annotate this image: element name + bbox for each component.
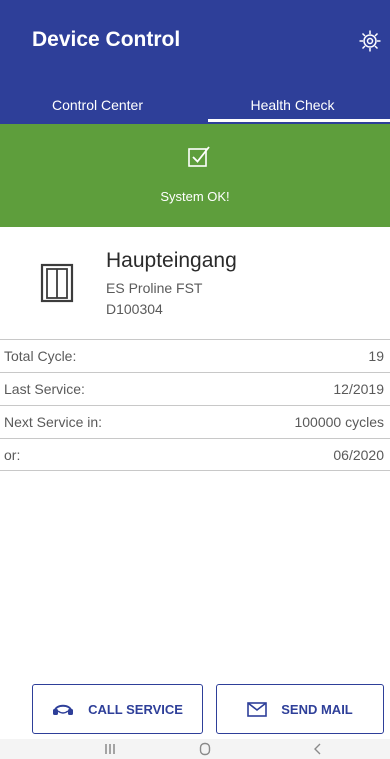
tab-control-center[interactable]: Control Center xyxy=(0,86,195,124)
door-icon xyxy=(40,263,74,303)
call-service-label: CALL SERVICE xyxy=(88,701,183,717)
tab-label: Control Center xyxy=(51,97,144,113)
home-icon xyxy=(199,742,211,756)
app-bar: Device Control Control Center Health Che… xyxy=(0,0,390,124)
call-service-button[interactable]: CALL SERVICE xyxy=(32,684,203,734)
info-row-next-service: Next Service in: 100000 cycles xyxy=(0,405,390,438)
recents-button[interactable] xyxy=(90,739,130,759)
home-button[interactable] xyxy=(185,739,225,759)
title-row: Device Control xyxy=(0,0,390,86)
tab-label: Health Check xyxy=(250,97,335,113)
device-model: ES Proline FST xyxy=(106,280,203,296)
checkbox-checked-icon xyxy=(188,146,210,167)
status-text: System OK! xyxy=(160,189,230,204)
info-value: 12/2019 xyxy=(333,381,384,397)
info-label: or: xyxy=(4,447,21,463)
info-label: Total Cycle: xyxy=(4,348,77,364)
status-banner xyxy=(0,124,390,227)
info-row-last-service: Last Service: 12/2019 xyxy=(0,372,390,405)
info-label: Last Service: xyxy=(4,381,85,397)
tab-selected-indicator xyxy=(208,119,390,122)
page-title: Device Control xyxy=(32,28,181,51)
settings-button[interactable] xyxy=(355,26,385,56)
gear-icon xyxy=(359,30,381,52)
mail-icon xyxy=(247,701,268,717)
device-name: Haupteingang xyxy=(106,249,237,272)
info-value: 100000 cycles xyxy=(294,414,384,430)
send-mail-button[interactable]: SEND MAIL xyxy=(216,684,384,734)
info-row-or-date: or: 06/2020 xyxy=(0,438,390,471)
recents-icon xyxy=(105,744,115,754)
headset-icon xyxy=(52,700,74,718)
info-label: Next Service in: xyxy=(4,414,103,430)
info-value: 19 xyxy=(368,348,384,364)
info-row-total-cycle: Total Cycle: 19 xyxy=(0,339,390,372)
device-serial: D100304 xyxy=(106,301,163,317)
back-button[interactable] xyxy=(298,739,338,759)
back-icon xyxy=(314,743,321,755)
info-value: 06/2020 xyxy=(333,447,384,463)
system-navigation-bar xyxy=(0,739,390,759)
send-mail-label: SEND MAIL xyxy=(281,701,353,717)
